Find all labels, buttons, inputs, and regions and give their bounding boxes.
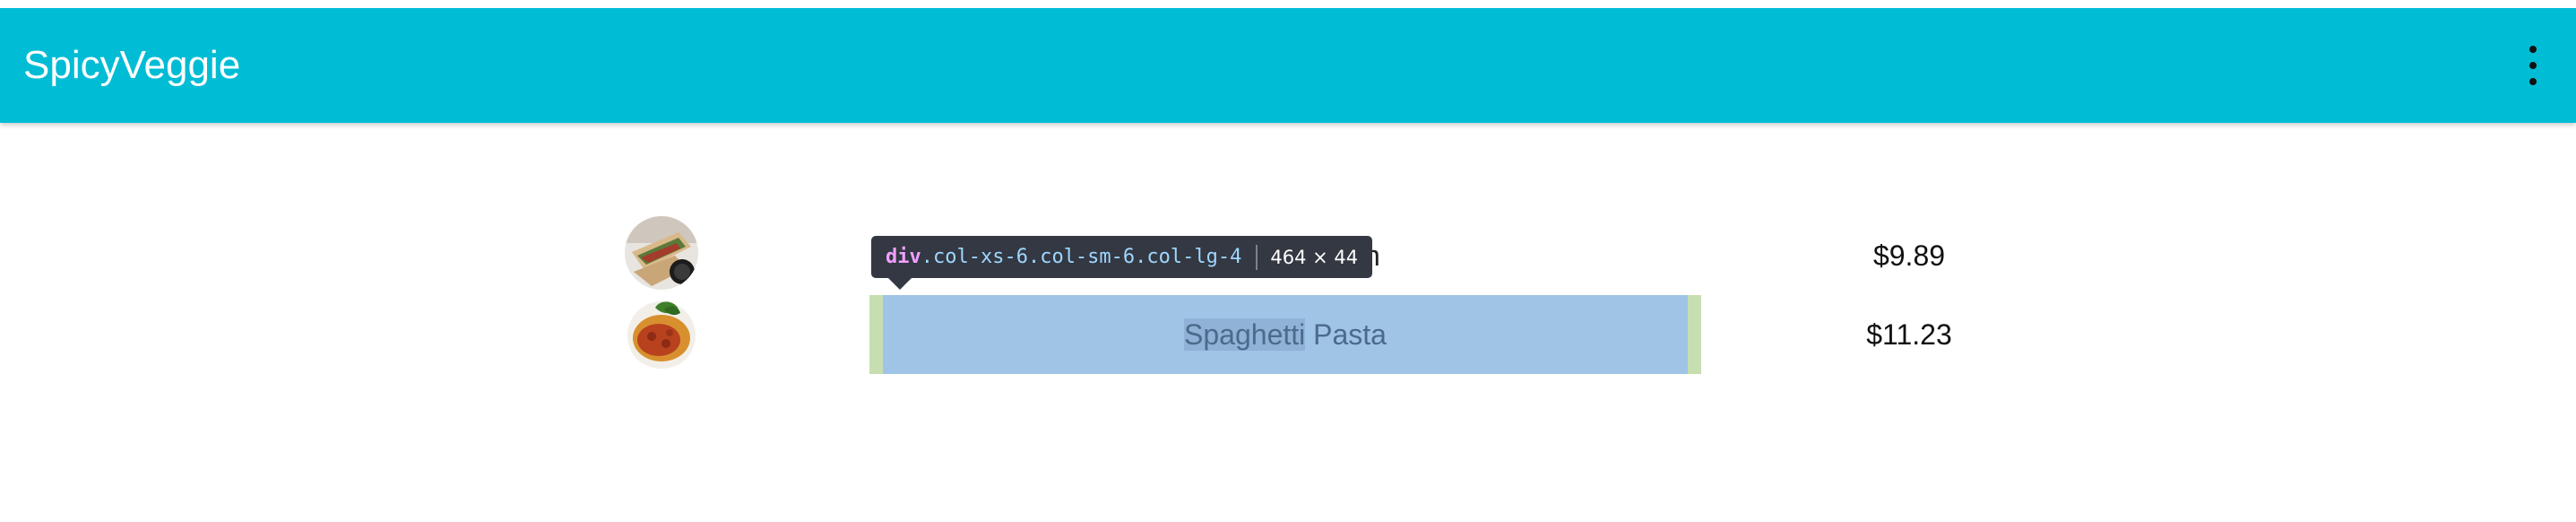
tooltip-separator (1256, 244, 1258, 270)
item-name-rest: Pasta (1305, 318, 1387, 351)
tooltip-size: 464 × 44 (1270, 246, 1359, 268)
app-title: SpicyVeggie (23, 43, 241, 87)
app-bar: SpicyVeggie (0, 8, 2576, 123)
devtools-element-tooltip: div .col-xs-6.col-sm-6.col-lg-4 464 × 44 (871, 236, 1373, 278)
tooltip-classes: .col-xs-6.col-sm-6.col-lg-4 (921, 246, 1242, 268)
window-top-strip (0, 0, 2576, 8)
item-name: Spaghetti Pasta (869, 295, 1701, 374)
sandwich-photo (625, 216, 698, 290)
tooltip-tag: div (886, 246, 921, 268)
item-price: $9.89 (1872, 239, 1946, 272)
item-name-highlighted-word: Spaghetti (1184, 318, 1306, 351)
more-vert-icon[interactable] (2524, 44, 2542, 87)
tooltip-caret (887, 277, 912, 290)
menu-item-row[interactable]: Spaghetti Pasta $11.23 (0, 295, 2576, 374)
spaghetti-photo (625, 295, 698, 369)
item-price: $11.23 (1866, 318, 1952, 351)
